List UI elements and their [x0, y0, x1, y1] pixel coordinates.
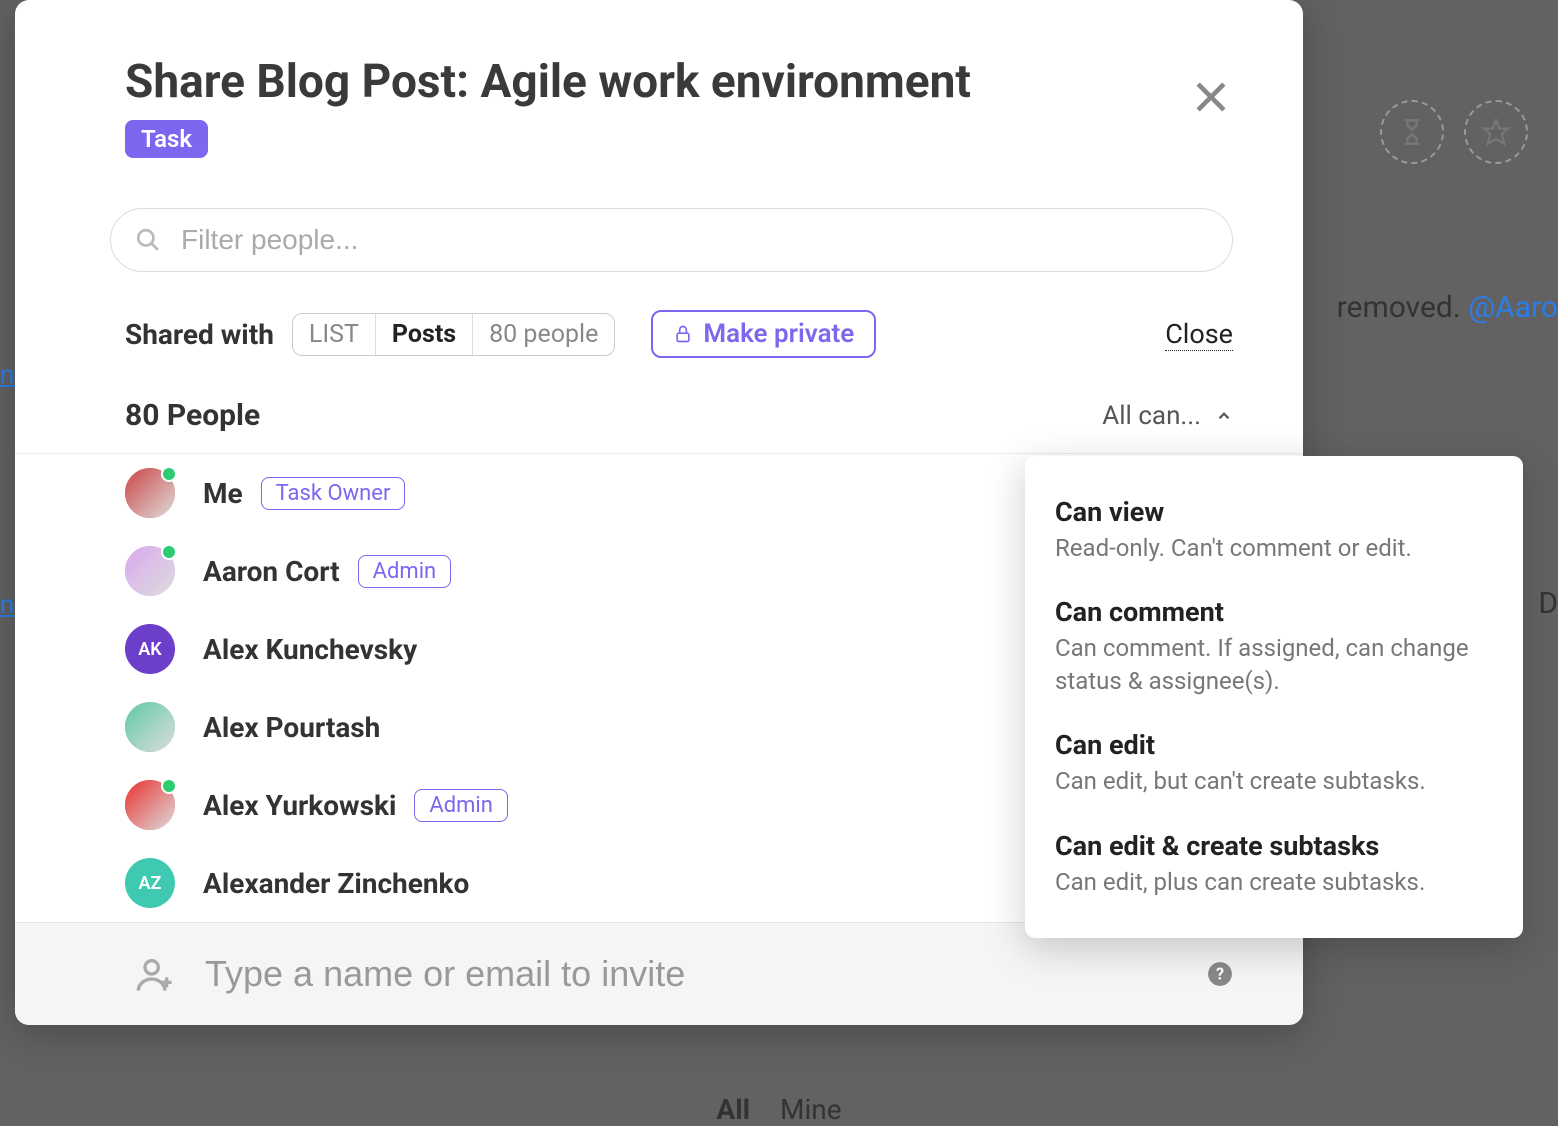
background-link-2: n [0, 590, 14, 620]
permission-option-title: Can edit & create subtasks [1055, 830, 1493, 862]
hourglass-icon [1380, 100, 1444, 164]
modal-header: Share Blog Post: Agile work environment … [15, 0, 1303, 178]
chip-group: LIST Posts 80 people [292, 313, 615, 356]
permission-option-title: Can comment [1055, 596, 1493, 628]
shared-with-label: Shared with [125, 318, 274, 351]
avatar [125, 702, 175, 752]
permission-option[interactable]: Can edit & create subtasks Can edit, plus… [1025, 814, 1523, 914]
add-user-icon [135, 954, 175, 994]
avatar: AK [125, 624, 175, 674]
person-name: Alex Kunchevsky [203, 633, 417, 666]
shared-with-row: Shared with LIST Posts 80 people Make pr… [125, 310, 1233, 358]
online-status-dot [161, 466, 177, 482]
permission-option-desc: Can edit, but can't create subtasks. [1055, 765, 1493, 797]
close-icon[interactable] [1189, 75, 1233, 119]
make-private-button[interactable]: Make private [651, 310, 876, 358]
posts-chip[interactable]: Posts [376, 314, 473, 355]
permission-option[interactable]: Can comment Can comment. If assigned, can… [1025, 580, 1523, 713]
task-badge: Task [125, 120, 208, 158]
filter-people-input[interactable] [110, 208, 1233, 272]
person-name: Alex Pourtash [203, 711, 380, 744]
background-header-icons [1380, 100, 1528, 164]
permission-dropdown: Can view Read-only. Can't comment or edit… [1025, 456, 1523, 938]
chevron-up-icon [1215, 407, 1233, 425]
people-count: 80 People [125, 398, 260, 433]
person-name: Alexander Zinchenko [203, 867, 469, 900]
role-badge: Task Owner [261, 477, 406, 510]
list-chip[interactable]: LIST [293, 314, 376, 355]
avatar [125, 468, 175, 518]
background-text: removed. @Aaro [1337, 290, 1558, 325]
lock-icon [673, 323, 693, 345]
permission-option-desc: Can edit, plus can create subtasks. [1055, 866, 1493, 898]
person-name: Alex Yurkowski [203, 789, 396, 822]
svg-text:?: ? [1216, 965, 1224, 984]
avatar [125, 780, 175, 830]
people-count-row: 80 People All can... [125, 398, 1233, 433]
role-badge: Admin [358, 555, 452, 588]
all-can-dropdown[interactable]: All can... [1102, 401, 1233, 431]
filter-wrap [110, 208, 1233, 272]
modal-title: Share Blog Post: Agile work environment [125, 55, 1233, 110]
people-chip[interactable]: 80 people [473, 314, 614, 355]
role-badge: Admin [414, 789, 508, 822]
person-name: Aaron Cort [203, 555, 340, 588]
background-letter: D [1538, 586, 1558, 621]
permission-option[interactable]: Can view Read-only. Can't comment or edit… [1025, 480, 1523, 580]
star-icon [1464, 100, 1528, 164]
invite-input[interactable] [205, 953, 1207, 995]
permission-option-title: Can view [1055, 496, 1493, 528]
avatar: AZ [125, 858, 175, 908]
close-link[interactable]: Close [1165, 318, 1233, 351]
permission-option-title: Can edit [1055, 729, 1493, 761]
permission-option[interactable]: Can edit Can edit, but can't create subta… [1025, 713, 1523, 813]
permission-option-desc: Read-only. Can't comment or edit. [1055, 532, 1493, 564]
search-icon [135, 227, 161, 253]
online-status-dot [161, 778, 177, 794]
help-icon[interactable]: ? [1207, 961, 1233, 987]
person-name: Me [203, 477, 243, 510]
background-footer-tabs: All Mine [716, 1093, 841, 1126]
permission-option-desc: Can comment. If assigned, can change sta… [1055, 632, 1493, 697]
avatar [125, 546, 175, 596]
online-status-dot [161, 544, 177, 560]
